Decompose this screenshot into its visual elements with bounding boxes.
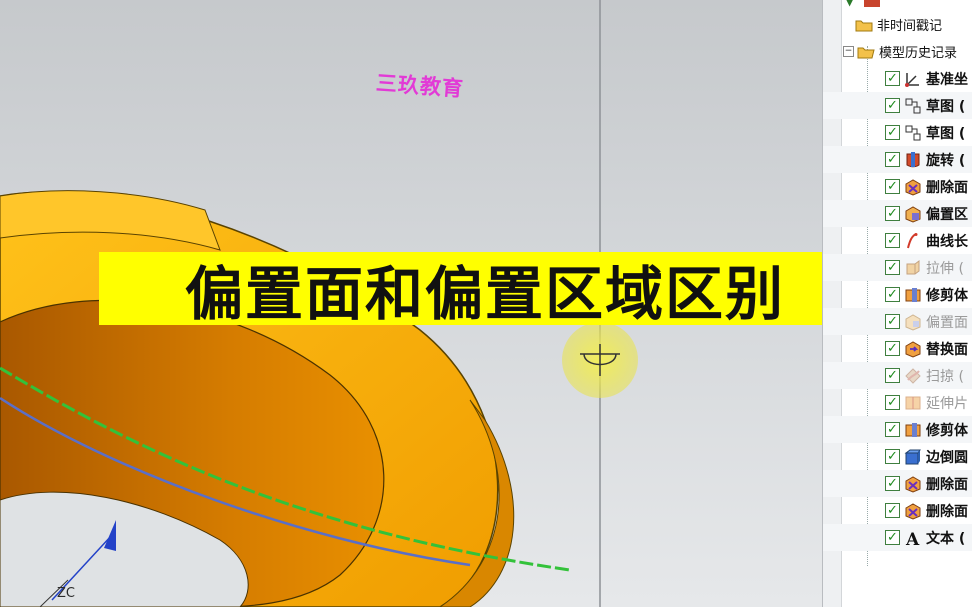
feature-row[interactable]: ✓ 扫掠 (: [823, 362, 972, 389]
feature-label: 修剪体: [926, 422, 968, 439]
feature-checkbox[interactable]: ✓: [885, 98, 900, 113]
zc-axis-label: ZC: [57, 586, 75, 601]
part-root-icon: [864, 0, 881, 7]
feature-checkbox[interactable]: ✓: [885, 233, 900, 248]
extend-sheet-icon: [904, 394, 922, 412]
feature-label: 基准坐: [926, 71, 968, 88]
offset-region-icon: [904, 205, 922, 223]
feature-row[interactable]: ✓ 基准坐: [823, 65, 972, 92]
feature-row[interactable]: ✓ 替换面: [823, 335, 972, 362]
feature-label: 删除面: [926, 503, 968, 520]
replace-face-icon: [904, 340, 922, 358]
folder-icon: [855, 16, 873, 34]
datum-csys-icon: [904, 70, 922, 88]
curve-length-icon: [904, 232, 922, 250]
trim-body-icon: [904, 421, 922, 439]
feature-label: 偏置面: [926, 314, 968, 331]
text-icon: A: [904, 529, 922, 547]
feature-checkbox[interactable]: ✓: [885, 422, 900, 437]
extrude-icon: [904, 259, 922, 277]
feature-row[interactable]: ✓ 修剪体: [823, 281, 972, 308]
tree-expand-arrow-icon: ▼: [845, 0, 855, 8]
feature-checkbox[interactable]: ✓: [885, 530, 900, 545]
feature-row[interactable]: ✓ 旋转 (: [823, 146, 972, 173]
feature-checkbox[interactable]: ✓: [885, 206, 900, 221]
swept-icon: [904, 367, 922, 385]
feature-label: 草图 (: [926, 125, 966, 142]
feature-checkbox[interactable]: ✓: [885, 395, 900, 410]
sketch-icon: [904, 124, 922, 142]
edge-blend-icon: [904, 448, 922, 466]
feature-label: 边倒圆: [926, 449, 968, 466]
feature-checkbox[interactable]: ✓: [885, 260, 900, 275]
feature-row[interactable]: ✓ 删除面: [823, 173, 972, 200]
feature-label: 偏置区: [926, 206, 968, 223]
feature-checkbox[interactable]: ✓: [885, 476, 900, 491]
feature-label: 修剪体: [926, 287, 968, 304]
feature-label: 扫掠 (: [926, 368, 964, 385]
delete-face-icon: [904, 475, 922, 493]
feature-checkbox[interactable]: ✓: [885, 152, 900, 167]
delete-face-icon: [904, 178, 922, 196]
feature-row[interactable]: ✓ 草图 (: [823, 119, 972, 146]
feature-label: 删除面: [926, 476, 968, 493]
feature-label: 曲线长: [926, 233, 968, 250]
feature-checkbox[interactable]: ✓: [885, 287, 900, 302]
feature-label: 替换面: [926, 341, 968, 358]
graphics-viewport[interactable]: 三玖教育 偏置面和偏置区域区别 ZC: [0, 0, 822, 607]
feature-row[interactable]: ✓ 修剪体: [823, 416, 972, 443]
feature-label: 拉伸 (: [926, 260, 964, 277]
folder-label: 模型历史记录: [879, 46, 958, 61]
feature-row[interactable]: ✓ 延伸片: [823, 389, 972, 416]
tree-collapse-icon: −: [843, 46, 854, 57]
feature-row[interactable]: ✓ 拉伸 (: [823, 254, 972, 281]
feature-label: 延伸片: [926, 395, 968, 412]
trim-body-icon: [904, 286, 922, 304]
feature-row[interactable]: ✓ 删除面: [823, 497, 972, 524]
feature-row[interactable]: ✓ 偏置区: [823, 200, 972, 227]
part-navigator[interactable]: ▼ 非时间戳记 − 模型历史记录 ✓ 基准坐 ✓ 草图 ( ✓ 草图 ( ✓ 旋转 ( ✓ 删除面…: [822, 0, 972, 607]
delete-face-icon: [904, 502, 922, 520]
revolve-icon: [904, 151, 922, 169]
folder-open-icon: [857, 43, 875, 61]
feature-checkbox[interactable]: ✓: [885, 368, 900, 383]
feature-row[interactable]: ✓ 曲线长: [823, 227, 972, 254]
folder-label: 非时间戳记: [877, 19, 943, 34]
video-caption: 偏置面和偏置区域区别: [99, 252, 822, 328]
feature-label: 文本 (: [926, 530, 966, 547]
sketch-icon: [904, 97, 922, 115]
feature-checkbox[interactable]: ✓: [885, 314, 900, 329]
feature-row[interactable]: ✓ 删除面: [823, 470, 972, 497]
feature-label: 旋转 (: [926, 152, 966, 169]
watermark-text: 三玖教育: [375, 69, 465, 102]
feature-checkbox[interactable]: ✓: [885, 179, 900, 194]
feature-row[interactable]: ✓ A 文本 (: [823, 524, 972, 551]
feature-label: 删除面: [926, 179, 968, 196]
feature-checkbox[interactable]: ✓: [885, 341, 900, 356]
offset-face-icon: [904, 313, 922, 331]
folder-non-timestamp[interactable]: 非时间戳记: [823, 11, 972, 38]
feature-checkbox[interactable]: ✓: [885, 503, 900, 518]
feature-row[interactable]: ✓ 草图 (: [823, 92, 972, 119]
folder-model-history[interactable]: − 模型历史记录: [823, 38, 972, 65]
feature-checkbox[interactable]: ✓: [885, 125, 900, 140]
svg-text:A: A: [905, 530, 920, 547]
feature-label: 草图 (: [926, 98, 966, 115]
feature-checkbox[interactable]: ✓: [885, 71, 900, 86]
feature-checkbox[interactable]: ✓: [885, 449, 900, 464]
feature-row[interactable]: ✓ 偏置面: [823, 308, 972, 335]
feature-row[interactable]: ✓ 边倒圆: [823, 443, 972, 470]
